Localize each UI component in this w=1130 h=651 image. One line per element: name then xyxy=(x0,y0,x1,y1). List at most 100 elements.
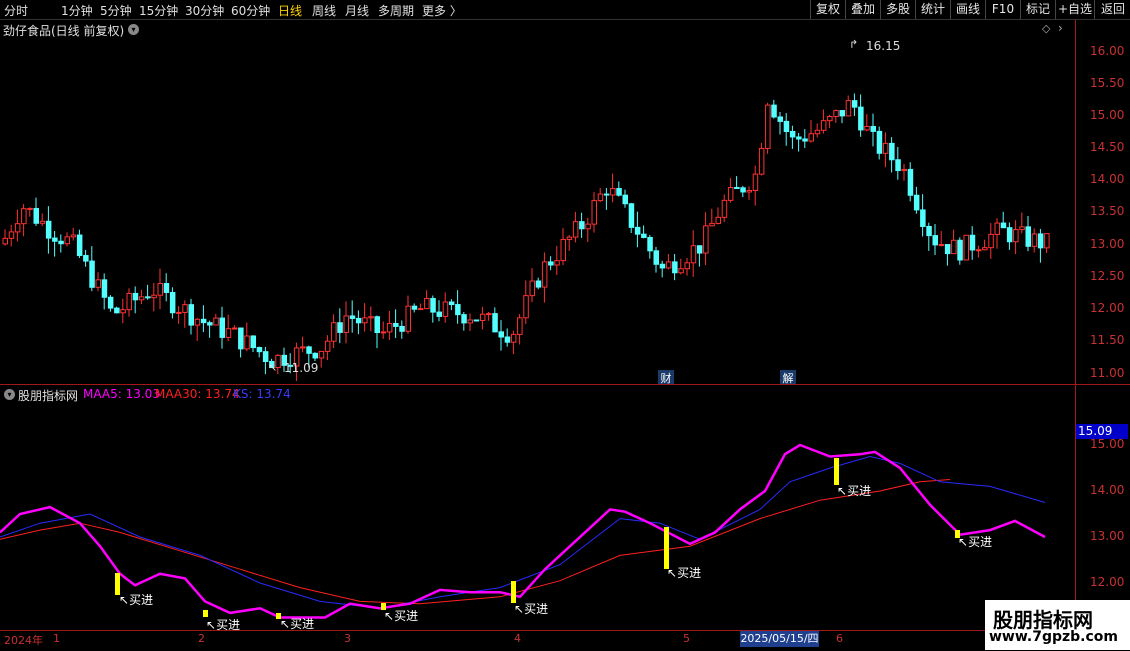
candle xyxy=(1000,211,1007,229)
candle xyxy=(672,254,678,281)
candle xyxy=(882,132,889,168)
draw-line-button[interactable]: 画线 xyxy=(950,0,985,19)
candle xyxy=(362,303,368,332)
candle xyxy=(616,181,622,197)
candle xyxy=(213,313,219,326)
buy-signal-label: ↖买进 xyxy=(119,593,154,607)
candle xyxy=(8,224,15,247)
price-axis-border xyxy=(1075,20,1076,630)
candle xyxy=(746,186,752,200)
watermark-url: www.7gpzb.com xyxy=(989,629,1119,645)
candle xyxy=(448,299,455,311)
price-tick: 16.00 xyxy=(1090,44,1125,58)
period-daily[interactable]: 日线 xyxy=(278,2,302,19)
candle xyxy=(740,185,746,198)
candle xyxy=(895,146,901,180)
candle xyxy=(653,246,659,273)
candle xyxy=(659,260,666,278)
financial-report-marker[interactable]: 财 xyxy=(658,370,674,385)
period-fenshi[interactable]: 分时 xyxy=(4,2,28,19)
unlock-marker[interactable]: 解 xyxy=(780,370,796,385)
f10-button[interactable]: F10 xyxy=(985,0,1020,19)
candle xyxy=(349,300,356,333)
low-arrow-icon: ↖ xyxy=(268,361,278,374)
candle xyxy=(219,306,225,349)
mark-button[interactable]: 标记 xyxy=(1020,0,1055,19)
candle xyxy=(876,126,883,160)
period-15min[interactable]: 15分钟 xyxy=(139,2,178,19)
date-axis xyxy=(0,630,1075,651)
statistics-button[interactable]: 统计 xyxy=(915,0,950,19)
period-more[interactable]: 更多 〉 xyxy=(422,2,462,19)
candle xyxy=(424,290,430,310)
candle xyxy=(634,211,641,248)
candle xyxy=(548,256,554,271)
candle xyxy=(386,310,393,340)
candle xyxy=(138,289,145,305)
candle xyxy=(957,237,963,265)
candle xyxy=(101,273,108,310)
period-monthly[interactable]: 月线 xyxy=(345,2,369,19)
buy-signal-label: ↖买进 xyxy=(667,566,702,580)
candle xyxy=(1025,216,1031,252)
candle xyxy=(300,336,306,353)
back-button[interactable]: 返回 xyxy=(1094,0,1130,19)
candle xyxy=(969,226,976,260)
candle xyxy=(58,234,64,253)
candle xyxy=(256,346,263,358)
candle xyxy=(337,308,343,344)
candle xyxy=(70,227,77,241)
candle xyxy=(21,204,27,237)
high-price-label: 16.15 xyxy=(866,39,901,53)
period-weekly[interactable]: 周线 xyxy=(312,2,336,19)
candle xyxy=(926,222,932,251)
candle xyxy=(120,298,126,324)
candle xyxy=(312,352,318,361)
indicator-chart[interactable] xyxy=(0,385,1075,630)
candle xyxy=(126,288,132,317)
candle xyxy=(721,194,728,223)
period-60min[interactable]: 60分钟 xyxy=(231,2,270,19)
candlestick-chart[interactable] xyxy=(0,20,1075,384)
candle xyxy=(845,95,852,117)
restore-rights-button[interactable]: 复权 xyxy=(810,0,845,19)
candle xyxy=(851,93,858,116)
candle xyxy=(479,306,486,330)
candle xyxy=(628,202,635,234)
candle xyxy=(827,114,833,128)
candle xyxy=(703,212,709,266)
candle xyxy=(951,229,957,255)
candle xyxy=(76,229,83,258)
candle xyxy=(889,137,895,173)
period-toolbar: 分时 1分钟 5分钟 15分钟 30分钟 60分钟 日线 周线 月线 多周期 更… xyxy=(0,0,1130,20)
candle xyxy=(684,257,690,276)
candle xyxy=(585,217,591,243)
period-5min[interactable]: 5分钟 xyxy=(100,2,132,19)
candle xyxy=(83,249,89,267)
candle xyxy=(405,295,411,334)
add-favorite-button[interactable]: +自选 xyxy=(1055,0,1094,19)
date-tick: 1 xyxy=(53,632,60,645)
period-multi[interactable]: 多周期 xyxy=(378,2,414,19)
candle xyxy=(1019,212,1025,234)
date-tick: 5 xyxy=(683,632,690,645)
candle xyxy=(541,252,548,303)
period-30min[interactable]: 30分钟 xyxy=(185,2,224,19)
candle xyxy=(734,176,740,190)
candle xyxy=(647,234,653,259)
period-1min[interactable]: 1分钟 xyxy=(61,2,93,19)
overlay-button[interactable]: 叠加 xyxy=(845,0,880,19)
candle xyxy=(603,187,610,210)
candle xyxy=(814,123,821,138)
candle xyxy=(572,211,579,243)
cursor-date-label: 2025/05/15/四 xyxy=(740,631,819,647)
candle xyxy=(907,162,914,202)
candle xyxy=(597,187,604,203)
candle xyxy=(169,287,176,319)
watermark-box: 股朋指标网 www.7gpzb.com xyxy=(985,600,1130,650)
candle xyxy=(157,268,163,310)
multi-stock-button[interactable]: 多股 xyxy=(880,0,915,19)
candle xyxy=(182,300,188,328)
candle xyxy=(839,110,845,124)
candle xyxy=(27,207,33,217)
